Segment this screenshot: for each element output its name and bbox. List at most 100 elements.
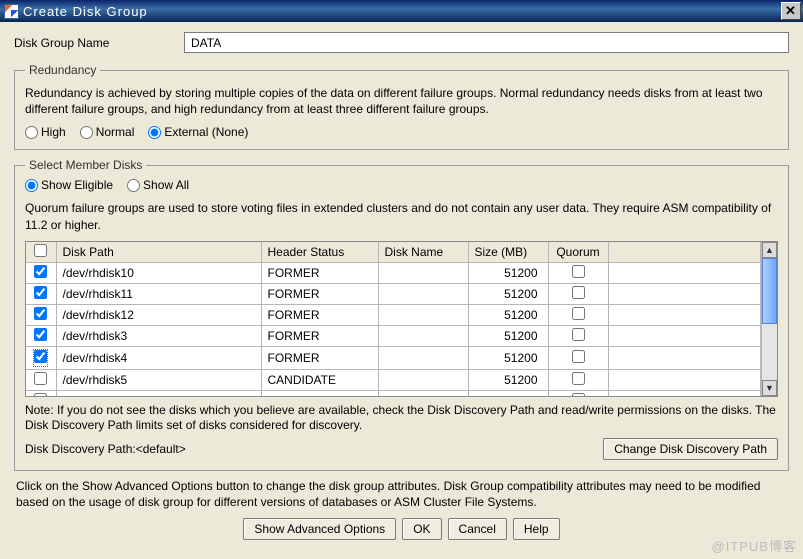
redundancy-legend: Redundancy <box>25 63 100 77</box>
row-header-status: FORMER <box>261 262 378 283</box>
dialog-content: Disk Group Name Redundancy Redundancy is… <box>0 22 803 540</box>
col-header-status[interactable]: Header Status <box>261 242 378 263</box>
row-spacer <box>608 390 761 396</box>
disk-group-name-label: Disk Group Name <box>14 36 184 50</box>
redundancy-normal-radio[interactable] <box>80 126 93 139</box>
row-disk-path: /dev/rhdisk6 <box>56 390 261 396</box>
row-disk-name[interactable] <box>378 283 468 304</box>
row-select-checkbox[interactable] <box>34 393 47 396</box>
redundancy-external[interactable]: External (None) <box>148 125 248 139</box>
table-row[interactable]: /dev/rhdisk5CANDIDATE51200 <box>26 369 761 390</box>
row-disk-path: /dev/rhdisk5 <box>56 369 261 390</box>
row-size: 51200 <box>468 369 548 390</box>
row-select-cell[interactable] <box>26 283 56 304</box>
title-bar: Create Disk Group ✕ <box>0 0 803 22</box>
redundancy-desc: Redundancy is achieved by storing multip… <box>25 85 778 117</box>
row-select-checkbox[interactable] <box>34 286 47 299</box>
row-quorum-checkbox[interactable] <box>572 350 585 363</box>
row-select-cell[interactable] <box>26 262 56 283</box>
row-quorum-checkbox[interactable] <box>572 307 585 320</box>
scroll-thumb[interactable] <box>762 258 777 324</box>
select-all-checkbox[interactable] <box>34 244 47 257</box>
help-button[interactable]: Help <box>513 518 560 540</box>
close-button[interactable]: ✕ <box>781 2 801 20</box>
table-row[interactable]: /dev/rhdisk12FORMER 51200 <box>26 304 761 325</box>
row-select-checkbox[interactable] <box>34 328 47 341</box>
redundancy-external-radio[interactable] <box>148 126 161 139</box>
row-size: 51200 <box>468 304 548 325</box>
member-disks-fieldset: Select Member Disks Show Eligible Show A… <box>14 158 789 471</box>
scroll-track[interactable] <box>762 324 777 380</box>
watermark: @ITPUB博客 <box>712 536 797 555</box>
table-row[interactable]: /dev/rhdisk11FORMER51200 <box>26 283 761 304</box>
redundancy-high-label: High <box>41 125 66 139</box>
row-select-checkbox[interactable] <box>34 307 47 320</box>
row-disk-name[interactable] <box>378 325 468 346</box>
row-disk-name[interactable] <box>378 304 468 325</box>
row-select-checkbox[interactable] <box>34 372 47 385</box>
row-disk-name[interactable] <box>378 346 468 369</box>
table-row[interactable]: /dev/rhdisk10FORMER51200 <box>26 262 761 283</box>
row-quorum-cell[interactable] <box>548 390 608 396</box>
col-spacer <box>608 242 761 263</box>
row-quorum-cell[interactable] <box>548 369 608 390</box>
scroll-down-button[interactable]: ▼ <box>762 380 777 396</box>
row-size: 51200 <box>468 262 548 283</box>
button-row: Show Advanced Options OK Cancel Help <box>14 518 789 540</box>
row-select-cell[interactable] <box>26 304 56 325</box>
discovery-note: Note: If you do not see the disks which … <box>25 403 778 434</box>
col-disk-path[interactable]: Disk Path <box>56 242 261 263</box>
table-row[interactable]: /dev/rhdisk3FORMER51200 <box>26 325 761 346</box>
row-select-checkbox[interactable] <box>34 265 47 278</box>
show-eligible-radio[interactable] <box>25 179 38 192</box>
row-quorum-cell[interactable] <box>548 346 608 369</box>
col-disk-name[interactable]: Disk Name <box>378 242 468 263</box>
show-eligible-label: Show Eligible <box>41 178 113 192</box>
table-scrollbar[interactable]: ▲ ▼ <box>761 242 777 396</box>
row-select-cell[interactable] <box>26 325 56 346</box>
row-size: 51200 <box>468 283 548 304</box>
row-spacer <box>608 369 761 390</box>
row-select-cell[interactable] <box>26 346 56 369</box>
redundancy-radio-row: High Normal External (None) <box>25 125 778 139</box>
row-disk-path: /dev/rhdisk12 <box>56 304 261 325</box>
row-spacer <box>608 283 761 304</box>
disk-table-scroll: Disk Path Header Status Disk Name Size (… <box>26 242 761 396</box>
row-disk-name[interactable] <box>378 262 468 283</box>
ok-button[interactable]: OK <box>402 518 441 540</box>
table-row[interactable]: /dev/rhdisk6CANDIDATE51200 <box>26 390 761 396</box>
footer-desc: Click on the Show Advanced Options butto… <box>16 479 787 510</box>
show-all-radio[interactable] <box>127 179 140 192</box>
scroll-up-button[interactable]: ▲ <box>762 242 777 258</box>
redundancy-high-radio[interactable] <box>25 126 38 139</box>
disk-group-name-input[interactable] <box>184 32 789 53</box>
row-quorum-cell[interactable] <box>548 304 608 325</box>
col-select-all[interactable] <box>26 242 56 263</box>
show-all[interactable]: Show All <box>127 178 189 192</box>
row-quorum-checkbox[interactable] <box>572 286 585 299</box>
change-discovery-path-button[interactable]: Change Disk Discovery Path <box>603 438 778 460</box>
row-select-checkbox[interactable] <box>34 350 47 363</box>
row-quorum-checkbox[interactable] <box>572 328 585 341</box>
col-quorum[interactable]: Quorum <box>548 242 608 263</box>
row-spacer <box>608 304 761 325</box>
row-disk-name[interactable] <box>378 390 468 396</box>
show-eligible[interactable]: Show Eligible <box>25 178 113 192</box>
row-quorum-checkbox[interactable] <box>572 265 585 278</box>
row-quorum-checkbox[interactable] <box>572 372 585 385</box>
row-select-cell[interactable] <box>26 390 56 396</box>
cancel-button[interactable]: Cancel <box>448 518 507 540</box>
row-quorum-checkbox[interactable] <box>572 393 585 396</box>
row-quorum-cell[interactable] <box>548 283 608 304</box>
show-advanced-options-button[interactable]: Show Advanced Options <box>243 518 396 540</box>
row-disk-name[interactable] <box>378 369 468 390</box>
row-select-cell[interactable] <box>26 369 56 390</box>
col-size[interactable]: Size (MB) <box>468 242 548 263</box>
redundancy-normal[interactable]: Normal <box>80 125 135 139</box>
row-quorum-cell[interactable] <box>548 262 608 283</box>
row-header-status: FORMER <box>261 304 378 325</box>
table-row[interactable]: /dev/rhdisk4FORMER51200 <box>26 346 761 369</box>
redundancy-high[interactable]: High <box>25 125 66 139</box>
discovery-path-label: Disk Discovery Path:<default> <box>25 442 186 456</box>
row-quorum-cell[interactable] <box>548 325 608 346</box>
